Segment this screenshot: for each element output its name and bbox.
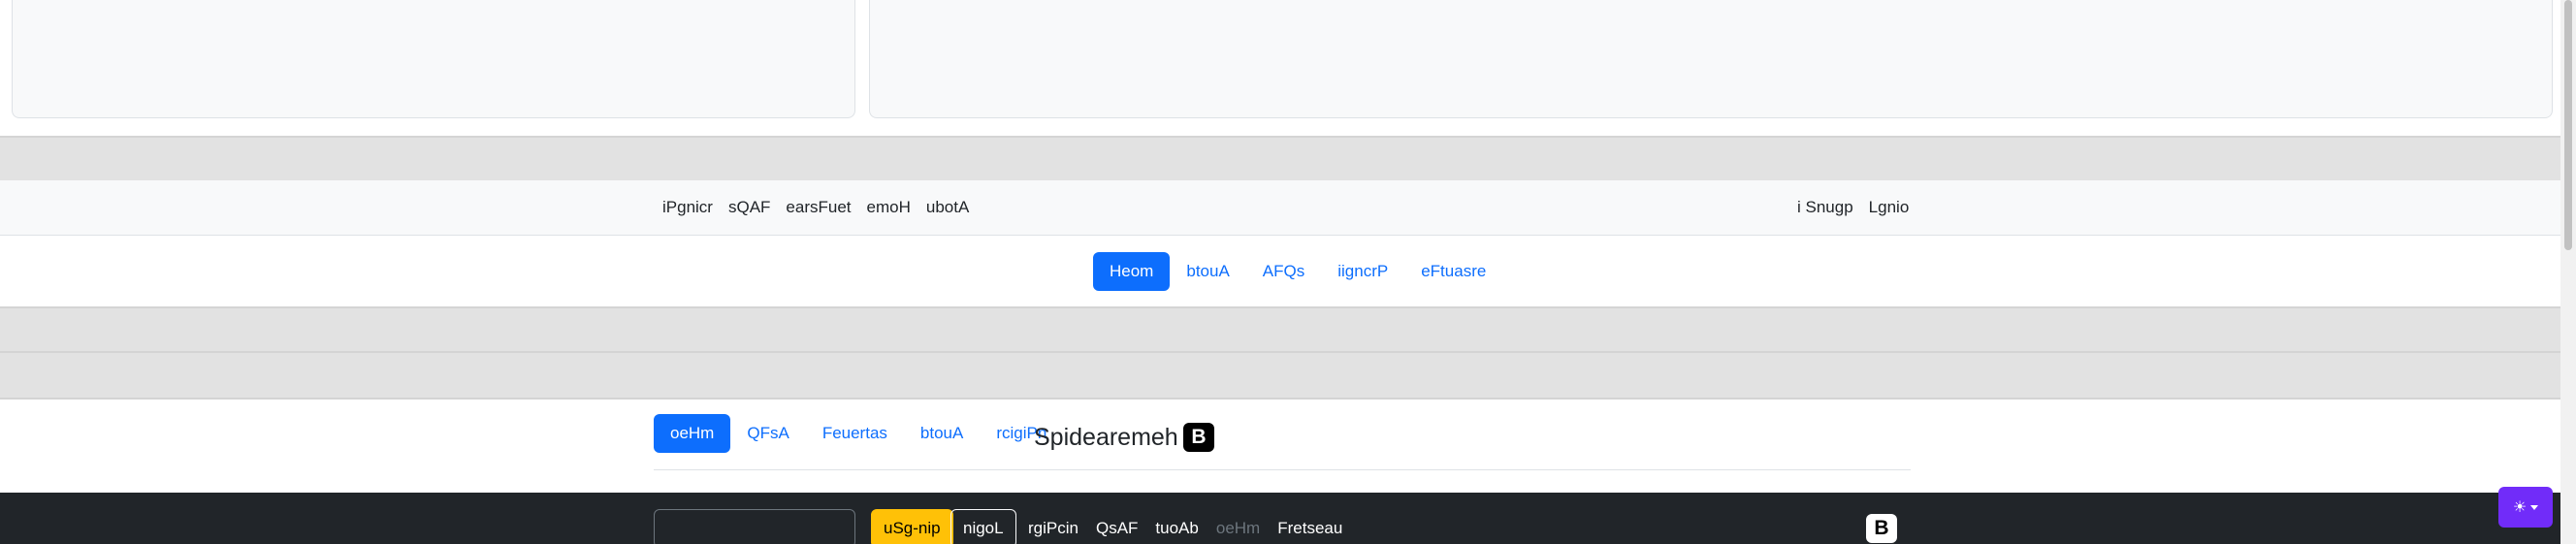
nav-link-home[interactable]: oeHm <box>1216 519 1260 538</box>
sun-icon: ☀ <box>2512 499 2528 516</box>
vertical-scrollbar[interactable] <box>2560 0 2576 544</box>
top-content-area <box>0 0 2560 136</box>
nav-link-home[interactable]: emoH <box>867 197 911 218</box>
pill-pricing[interactable]: iigncrP <box>1321 252 1404 291</box>
header-example-dark: uSg-nip nigoL rgiPcin QsAF tuoAb oeHm Fr… <box>0 493 2560 544</box>
divider-line <box>0 351 2560 353</box>
section-divider <box>0 306 2560 400</box>
nav-link-features[interactable]: earsFuet <box>786 197 851 218</box>
bootstrap-logo-icon[interactable]: B <box>1866 514 1897 543</box>
content-card-right <box>869 0 2553 118</box>
pill-home[interactable]: oeHm <box>654 414 731 453</box>
brand-pill-nav: oeHm QFsA Feuertas btouA rcigiPn <box>654 414 1063 453</box>
chevron-down-icon <box>2530 504 2539 510</box>
centered-pill-nav: Heom btouA AFQs iigncrP eFtuasre <box>1093 252 1502 291</box>
nav-link-faqs[interactable]: QsAF <box>1096 519 1138 538</box>
nav-link-about[interactable]: ubotA <box>926 197 969 218</box>
divider-line <box>0 306 2560 308</box>
content-card-left <box>12 0 855 118</box>
nav-link-features[interactable]: Fretseau <box>1277 519 1342 538</box>
pill-about[interactable]: btouA <box>1170 252 1245 291</box>
search-input[interactable] <box>654 509 855 544</box>
nav-link-pricing[interactable]: iPgnicr <box>662 197 713 218</box>
nav-link-about[interactable]: tuoAb <box>1155 519 1198 538</box>
header-example-brand: oeHm QFsA Feuertas btouA rcigiPn Spidear… <box>0 400 2560 493</box>
theme-toggle-button[interactable]: ☀ <box>2498 487 2553 528</box>
pill-features[interactable]: Feuertas <box>806 414 904 453</box>
pill-faqs[interactable]: QFsA <box>730 414 805 453</box>
login-button[interactable]: nigoL <box>950 509 1016 544</box>
nav-link-faqs[interactable]: sQAF <box>728 197 770 218</box>
scrollbar-thumb[interactable] <box>2564 0 2572 250</box>
nav-link-pricing[interactable]: rgiPcin <box>1028 519 1079 538</box>
login-link[interactable]: Lgnio <box>1869 197 1910 218</box>
pill-about[interactable]: btouA <box>904 414 980 453</box>
top-nav-left: iPgnicr sQAF earsFuet emoH ubotA <box>662 197 969 218</box>
top-navbar: iPgnicr sQAF earsFuet emoH ubotA i Snugp… <box>0 180 2560 236</box>
top-nav-right: i Snugp Lgnio <box>1797 197 1909 218</box>
pill-features[interactable]: eFtuasre <box>1404 252 1502 291</box>
divider-line <box>0 136 2560 138</box>
bootstrap-logo-icon[interactable]: B <box>1183 423 1214 452</box>
header-bottom-border <box>654 469 1911 470</box>
sign-up-button[interactable]: uSg-nip <box>871 509 953 544</box>
pill-faqs[interactable]: AFQs <box>1246 252 1321 291</box>
header-example-light: iPgnicr sQAF earsFuet emoH ubotA i Snugp… <box>0 180 2560 306</box>
dark-nav: rgiPcin QsAF tuoAb oeHm Fretseau <box>1028 519 1342 538</box>
sign-up-link[interactable]: i Snugp <box>1797 197 1853 218</box>
pill-home[interactable]: Heom <box>1093 252 1171 291</box>
brand-name[interactable]: Spidearemeh k <box>1034 421 1197 454</box>
section-divider <box>0 136 2560 180</box>
